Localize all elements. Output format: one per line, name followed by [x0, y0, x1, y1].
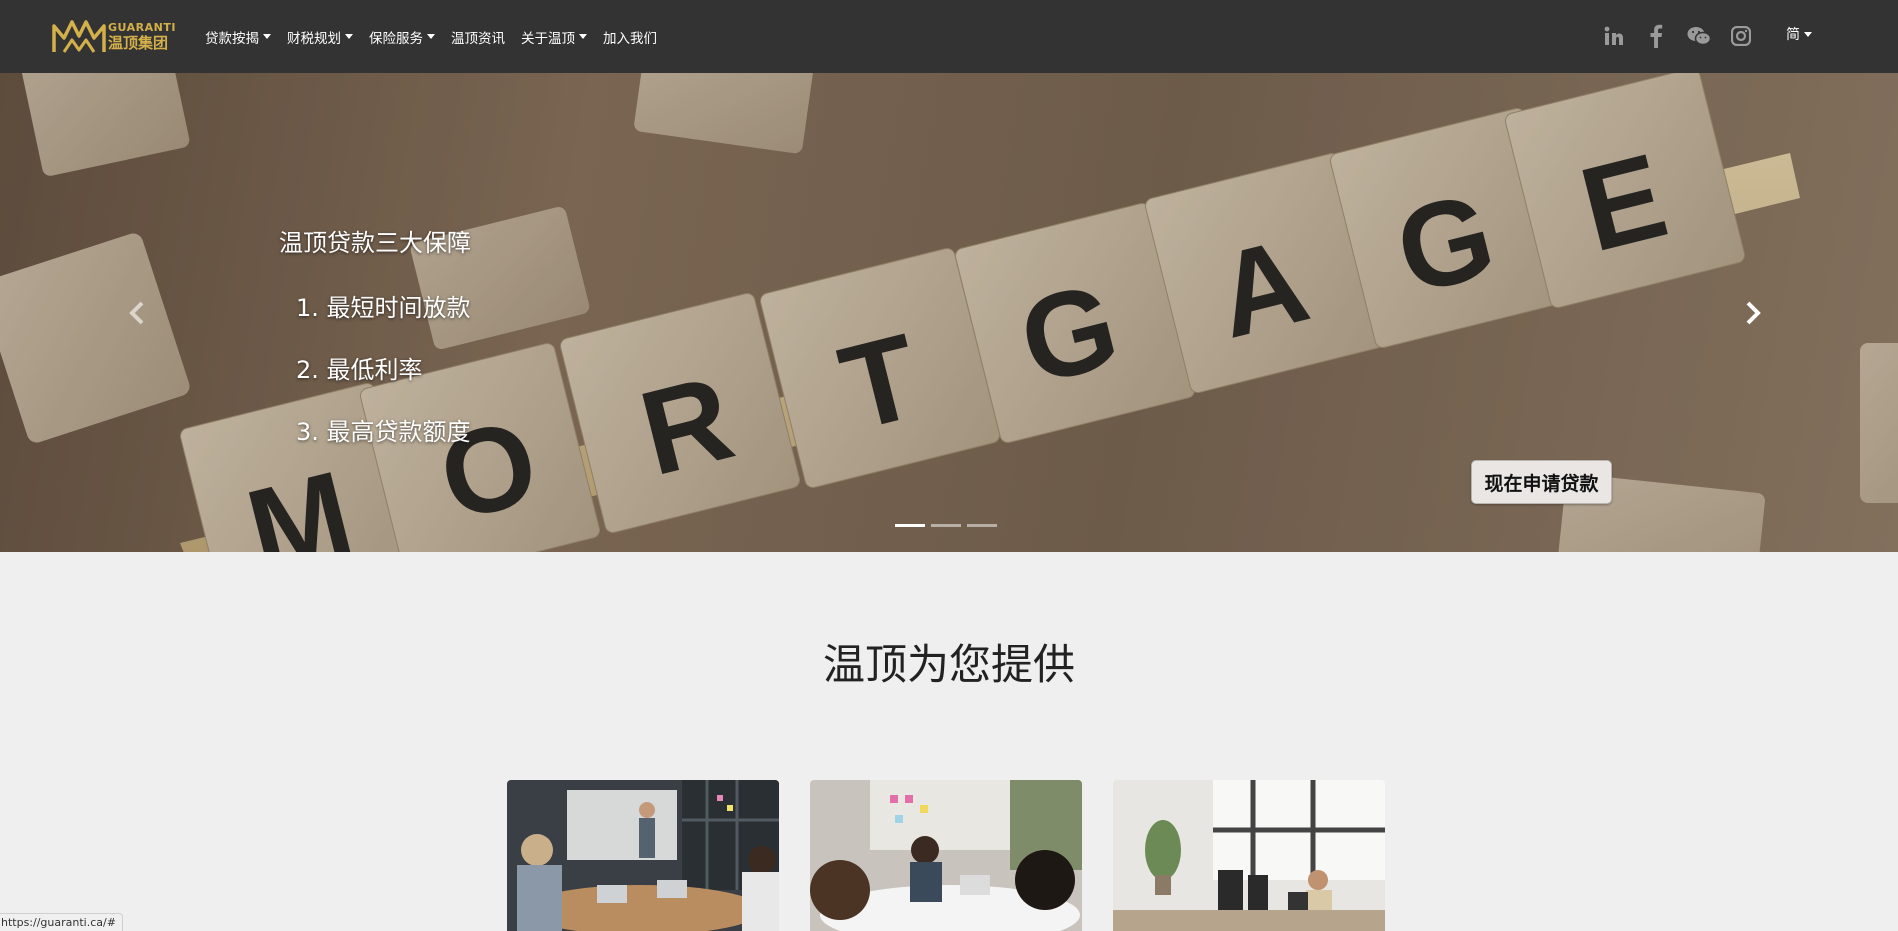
apply-loan-button[interactable]: 现在申请贷款: [1471, 460, 1612, 504]
language-label: 简: [1786, 27, 1800, 43]
logo-text: GUARANTI 温顶集团: [108, 22, 176, 51]
nav-item-label: 加入我们: [603, 30, 657, 47]
caret-down-icon: [579, 34, 587, 39]
chevron-right-icon: [1746, 301, 1761, 325]
service-card-2[interactable]: [810, 780, 1082, 931]
main-nav: 贷款按揭 财税规划 保险服务 温顶资讯 关于温顶 加入我们: [205, 0, 673, 73]
nav-item-label: 贷款按揭: [205, 30, 259, 47]
status-bar-url: https://guaranti.ca/#: [0, 913, 123, 931]
hero-carousel: M O R T G A G E 温顶贷款三大保障 1. 最短时间放款 2. 最低…: [0, 73, 1898, 552]
caret-down-icon: [345, 34, 353, 39]
hero-point: 1. 最短时间放款: [296, 294, 471, 322]
linkedin-icon[interactable]: [1602, 22, 1626, 50]
hero-title: 温顶贷款三大保障: [279, 229, 471, 257]
carousel-indicator-1[interactable]: [895, 524, 925, 527]
logo-chinese: 温顶集团: [108, 33, 169, 52]
crown-logo-icon: [52, 20, 106, 53]
carousel-indicators: [895, 524, 1003, 527]
nav-item-tax-planning[interactable]: 财税规划: [287, 27, 353, 47]
nav-item-label: 温顶资讯: [451, 30, 505, 47]
carousel-next-button[interactable]: [1742, 298, 1764, 328]
facebook-icon[interactable]: [1644, 22, 1668, 50]
nav-item-label: 保险服务: [369, 30, 423, 47]
wechat-icon[interactable]: [1686, 22, 1712, 50]
carousel-indicator-2[interactable]: [931, 524, 961, 527]
chevron-left-icon: [129, 301, 144, 325]
logo-english: GUARANTI: [108, 20, 176, 34]
nav-item-about[interactable]: 关于温顶: [521, 27, 587, 47]
instagram-icon[interactable]: [1729, 22, 1753, 50]
section-title: 温顶为您提供: [822, 640, 1075, 689]
brand-logo[interactable]: GUARANTI 温顶集团: [50, 16, 176, 56]
discussion-photo: [810, 780, 1082, 931]
caret-down-icon: [263, 34, 271, 39]
service-card-1[interactable]: [507, 780, 779, 931]
hero-point: 2. 最低利率: [296, 356, 423, 384]
nav-item-label: 关于温顶: [521, 30, 575, 47]
caret-down-icon: [427, 34, 435, 39]
nav-item-join-us[interactable]: 加入我们: [603, 27, 657, 47]
nav-item-insurance[interactable]: 保险服务: [369, 27, 435, 47]
language-selector[interactable]: 简: [1786, 24, 1812, 44]
office-photo: [1113, 780, 1385, 931]
meeting-photo: [507, 780, 779, 931]
nav-item-loans[interactable]: 贷款按揭: [205, 27, 271, 47]
hero-caption: 温顶贷款三大保障 1. 最短时间放款 2. 最低利率 3. 最高贷款额度: [279, 223, 471, 474]
caret-down-icon: [1804, 31, 1812, 37]
nav-item-label: 财税规划: [287, 30, 341, 47]
service-card-3[interactable]: [1113, 780, 1385, 931]
nav-item-news[interactable]: 温顶资讯: [451, 27, 505, 47]
top-navbar: GUARANTI 温顶集团 贷款按揭 财税规划 保险服务 温顶资讯 关于温顶 加…: [0, 0, 1898, 73]
carousel-prev-button[interactable]: [126, 298, 148, 328]
carousel-indicator-3[interactable]: [967, 524, 997, 527]
hero-point: 3. 最高贷款额度: [296, 418, 471, 446]
